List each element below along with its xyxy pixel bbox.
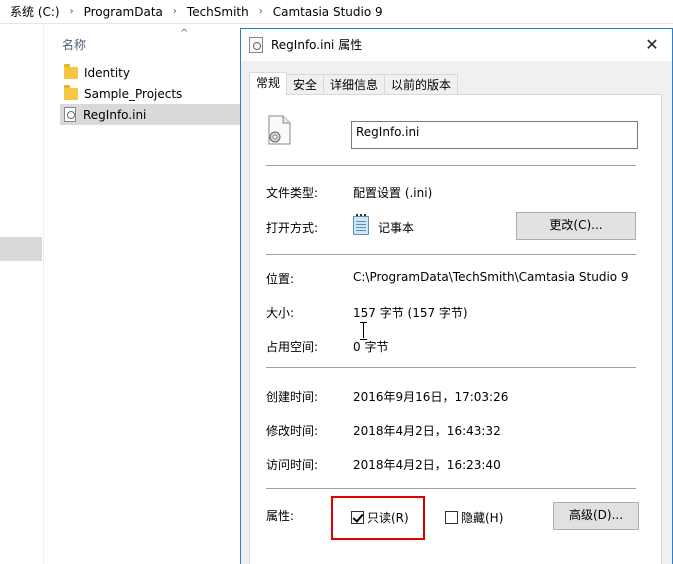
dialog-title: RegInfo.ini 属性 bbox=[271, 38, 363, 52]
breadcrumb-programdata[interactable]: ProgramData bbox=[82, 5, 165, 19]
file-type-value: 配置设置 (.ini) bbox=[353, 186, 433, 200]
size-value: 157 字节 (157 字节) bbox=[353, 306, 468, 320]
notepad-icon bbox=[353, 214, 369, 235]
created-value: 2016年9月16日，17:03:26 bbox=[353, 390, 509, 404]
divider bbox=[266, 165, 636, 166]
change-button[interactable]: 更改(C)... bbox=[516, 212, 636, 240]
tab-details[interactable]: 详细信息 bbox=[323, 74, 386, 95]
modified-label: 修改时间: bbox=[266, 424, 319, 438]
general-tab-panel: RegInfo.ini 文件类型: 配置设置 (.ini) 打开方式: 记事本 … bbox=[249, 94, 662, 564]
tab-bar: 常规 安全 详细信息 以前的版本 bbox=[249, 72, 459, 95]
location-label: 位置: bbox=[266, 272, 295, 286]
settings-file-icon bbox=[249, 36, 263, 53]
location-value: C:\ProgramData\TechSmith\Camtasia Studio… bbox=[353, 270, 629, 284]
list-item-sample-projects[interactable]: Sample_Projects bbox=[60, 83, 242, 104]
accessed-value: 2018年4月2日，16:23:40 bbox=[353, 458, 501, 472]
size-on-disk-label: 占用空间: bbox=[266, 340, 319, 354]
readonly-checkbox[interactable] bbox=[351, 511, 364, 524]
tab-general[interactable]: 常规 bbox=[249, 72, 288, 95]
hidden-label[interactable]: 隐藏(H) bbox=[461, 509, 503, 526]
column-header-name[interactable]: 名称 bbox=[62, 36, 86, 53]
divider bbox=[266, 254, 636, 255]
hidden-checkbox[interactable] bbox=[445, 511, 458, 524]
size-on-disk-value: 0 字节 bbox=[353, 340, 389, 354]
file-name: Sample_Projects bbox=[84, 86, 183, 101]
modified-value: 2018年4月2日，16:43:32 bbox=[353, 424, 501, 438]
tab-security[interactable]: 安全 bbox=[286, 74, 325, 95]
created-label: 创建时间: bbox=[266, 390, 319, 404]
settings-file-icon bbox=[64, 107, 76, 122]
readonly-label[interactable]: 只读(R) bbox=[367, 509, 409, 526]
close-icon[interactable]: ✕ bbox=[644, 37, 660, 53]
navigation-selected-item[interactable] bbox=[0, 237, 42, 261]
file-type-label: 文件类型: bbox=[266, 186, 319, 200]
advanced-button[interactable]: 高级(D)... bbox=[553, 502, 639, 530]
open-with-value: 记事本 bbox=[378, 221, 415, 235]
breadcrumb-camtasia[interactable]: Camtasia Studio 9 bbox=[271, 5, 385, 19]
breadcrumb: 系统 (C:) › ProgramData › TechSmith › Camt… bbox=[0, 0, 673, 24]
list-item-identity[interactable]: Identity bbox=[60, 62, 242, 83]
sort-up-icon: ^ bbox=[180, 28, 189, 39]
file-name: RegInfo.ini bbox=[83, 107, 147, 122]
dialog-titlebar[interactable]: RegInfo.ini 属性 bbox=[241, 29, 672, 61]
accessed-label: 访问时间: bbox=[266, 458, 319, 472]
breadcrumb-techsmith[interactable]: TechSmith bbox=[185, 5, 251, 19]
chevron-right-icon[interactable]: › bbox=[62, 6, 82, 17]
navigation-pane bbox=[0, 24, 44, 564]
folder-icon bbox=[64, 63, 78, 79]
file-name: Identity bbox=[84, 65, 130, 80]
properties-dialog: RegInfo.ini 属性 ✕ 常规 安全 详细信息 以前的版本 RegInf… bbox=[240, 28, 673, 564]
attributes-label: 属性: bbox=[266, 509, 295, 523]
chevron-right-icon[interactable]: › bbox=[165, 6, 185, 17]
file-name-field[interactable]: RegInfo.ini bbox=[351, 121, 638, 149]
tab-previous-versions[interactable]: 以前的版本 bbox=[384, 74, 459, 95]
size-label: 大小: bbox=[266, 306, 295, 320]
divider bbox=[266, 367, 636, 368]
folder-icon bbox=[64, 84, 78, 100]
chevron-right-icon[interactable]: › bbox=[251, 6, 271, 17]
settings-file-icon bbox=[268, 115, 291, 145]
open-with-label: 打开方式: bbox=[266, 221, 319, 235]
breadcrumb-drive[interactable]: 系统 (C:) bbox=[8, 3, 62, 20]
text-cursor-icon bbox=[359, 322, 368, 340]
list-item-reginfo[interactable]: RegInfo.ini bbox=[60, 104, 242, 125]
divider bbox=[266, 488, 636, 489]
